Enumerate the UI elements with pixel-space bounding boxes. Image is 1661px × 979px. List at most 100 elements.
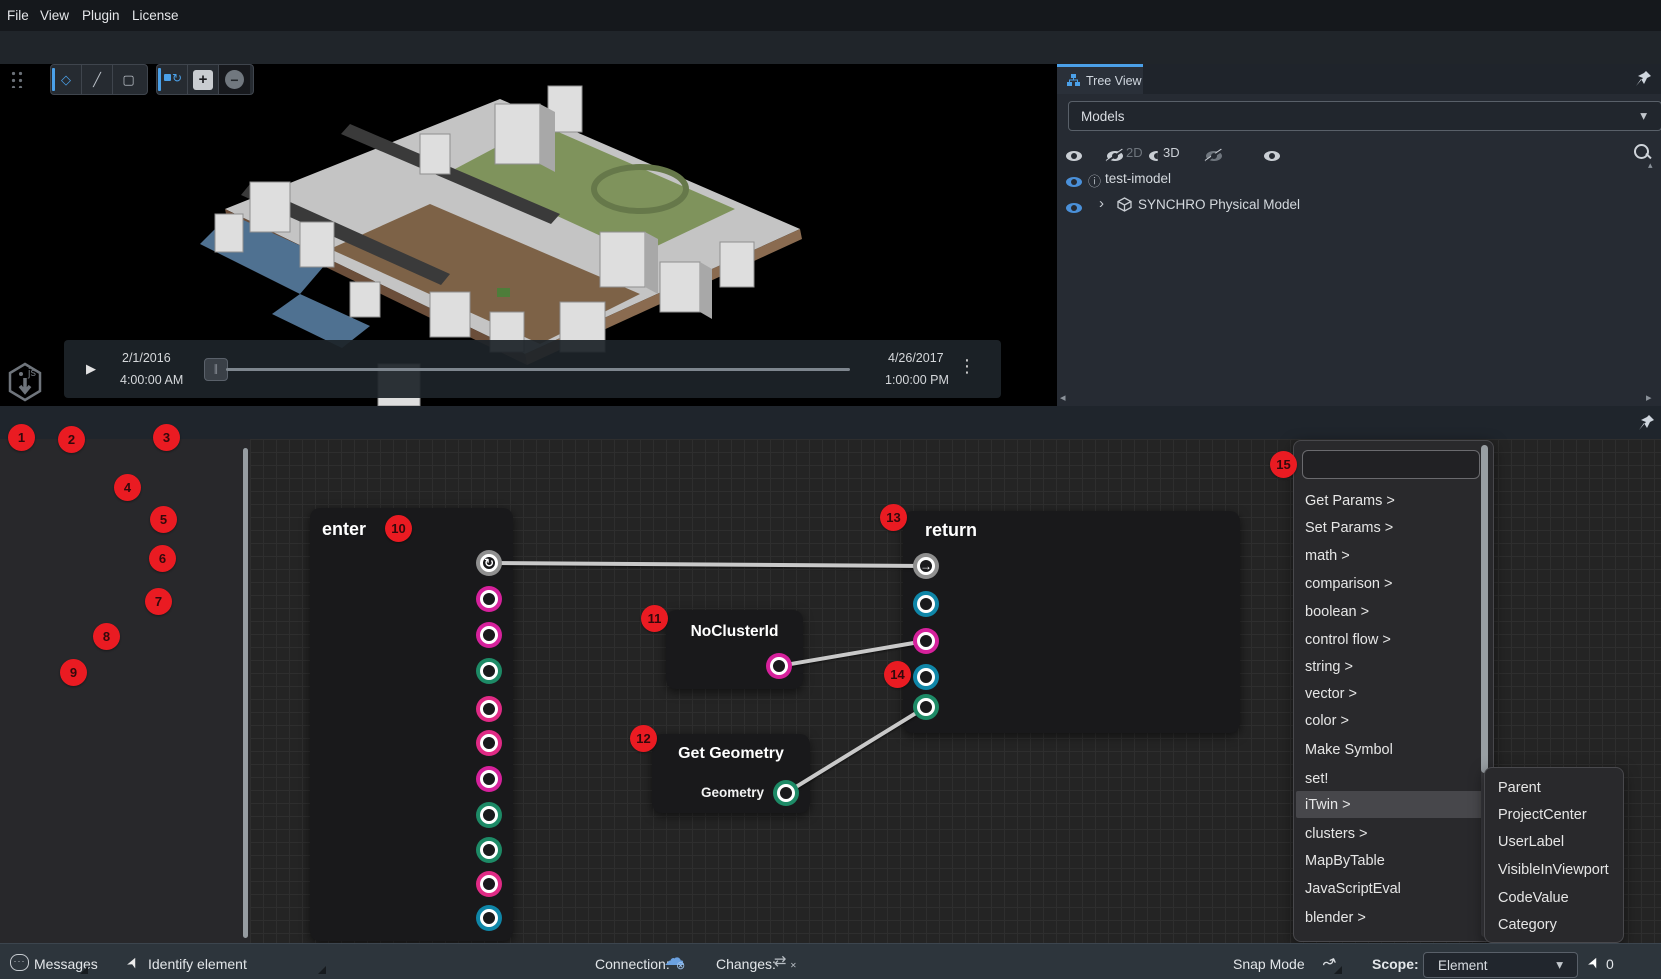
tab-tree-view[interactable]: Tree View [1057,64,1143,94]
menu-item-comparison[interactable]: comparison > [1296,570,1486,597]
timeline-scrubber-handle[interactable]: ∥ [204,358,228,381]
zoom-in-button[interactable]: + [188,65,219,94]
tree-item-label[interactable]: test-imodel [1105,171,1171,186]
rectangle-tool-button[interactable]: ▢ [113,65,144,94]
pin-icon[interactable] [1638,414,1655,431]
play-button[interactable]: ▶ [86,361,96,377]
node-return[interactable]: return [903,511,1240,733]
2d-eye-off-icon[interactable] [1206,151,1222,161]
return-exec-port[interactable]: → [913,553,939,579]
itwinjs-icon: js [8,362,42,402]
noclusterid-output-port[interactable] [766,653,792,679]
line-tool-button[interactable]: ╱ [82,65,113,94]
sidebar-scrollbar[interactable] [243,448,248,938]
port-instancecount[interactable] [476,802,502,828]
scope-dropdown[interactable]: Element ▾ [1423,952,1578,978]
annotation-8: 8 [93,623,120,650]
visibility-toolbar: 2D 3D [1057,141,1661,165]
expand-chevron-icon[interactable]: › [1099,195,1104,212]
menu-item-blender[interactable]: blender > [1296,904,1486,931]
menu-plugin[interactable]: Plugin [82,8,120,23]
swap-views-button[interactable]: ↻ [157,65,188,94]
model-cube-icon [1117,197,1132,212]
point-diamond-icon: ◇ [61,72,71,88]
annotation-6: 6 [149,545,176,572]
return-clusterid-port[interactable] [913,628,939,654]
toggle-3d-label[interactable]: 3D [1163,145,1180,160]
port-geometry[interactable] [476,658,502,684]
annotation-3: 3 [153,424,180,451]
menu-item-math[interactable]: math > [1296,542,1486,569]
submenu-item-codevalue[interactable]: CodeValue [1487,884,1621,912]
toggle-2d-label[interactable]: 2D [1126,145,1143,160]
port-materialname[interactable] [476,905,502,931]
port-elementid[interactable] [476,586,502,612]
menu-license[interactable]: License [132,8,179,23]
tree-row-synchro-model[interactable]: › SYNCHRO Physical Model [1057,193,1661,217]
return-material-port[interactable] [913,664,939,690]
3d-viewport[interactable]: ▶ 2/1/2016 4:00:00 AM ∥ 4/26/2017 1:00:0… [0,64,1057,406]
active-indicator [158,68,161,91]
menu-item-vector[interactable]: vector > [1296,680,1486,707]
menu-item-boolean[interactable]: boolean > [1296,598,1486,625]
port-rotation[interactable] [476,730,502,756]
snap-mode-label[interactable]: Snap Mode [1233,956,1305,972]
timeline-kebab-menu[interactable]: ⋮ [958,356,976,377]
scroll-left-arrow[interactable]: ◂ [1060,391,1066,404]
port-materialid[interactable] [476,871,502,897]
submenu-item-visibleinviewport[interactable]: VisibleInViewport [1487,856,1621,884]
context-menu-search-input[interactable] [1302,450,1480,479]
tree-row-imodel[interactable]: ⓘ test-imodel [1057,167,1661,191]
menu-item-make-symbol[interactable]: Make Symbol [1296,736,1486,763]
3d-eye-icon[interactable] [1264,151,1280,161]
node-title: enter [322,519,366,540]
menu-view[interactable]: View [40,8,69,23]
submenu-item-parent[interactable]: Parent [1487,774,1621,802]
menu-item-clusters[interactable]: clusters > [1296,820,1486,847]
menu-item-get-params[interactable]: Get Params > [1296,487,1486,514]
select-point-tool-button[interactable]: ◇ [51,65,82,94]
enter-exec-port[interactable]: ↻ [476,550,502,576]
port-origin[interactable] [476,696,502,722]
return-geometry-port[interactable] [913,694,939,720]
submenu-item-projectcenter[interactable]: ProjectCenter [1487,801,1621,829]
tree-item-label[interactable]: SYNCHRO Physical Model [1138,197,1300,212]
getgeometry-output-port[interactable] [773,780,799,806]
search-icon[interactable] [1634,144,1649,159]
return-outputfile-port[interactable] [913,591,939,617]
menu-file[interactable]: File [7,8,29,23]
pin-icon[interactable] [1635,70,1652,87]
menu-item-itwin[interactable]: iTwin > [1296,791,1486,818]
annotation-14: 14 [884,661,911,688]
scrollbar-thumb[interactable] [1481,445,1488,773]
status-bar: ··· Messages ➤ Identify element Connecti… [0,943,1661,979]
row-eye-icon[interactable] [1066,177,1082,187]
zoom-out-button[interactable]: − [219,65,250,94]
port-geometrysourceid[interactable] [476,622,502,648]
app-menubar: File View Plugin License [0,0,1661,31]
menu-item-javascripteval[interactable]: JavaScriptEval [1296,875,1486,902]
annotation-5: 5 [150,506,177,533]
changes-icon[interactable]: ⇄ [774,952,787,970]
show-all-eye-icon[interactable] [1066,151,1082,161]
menu-item-mapbytable[interactable]: MapByTable [1296,847,1486,874]
toolbar-drag-handle-icon[interactable] [10,70,24,88]
menu-item-set-params[interactable]: Set Params > [1296,514,1486,541]
menu-item-set[interactable]: set! [1296,765,1486,792]
menu-item-color[interactable]: color > [1296,707,1486,734]
models-dropdown[interactable]: Models ▾ [1068,101,1661,131]
submenu-item-userlabel[interactable]: UserLabel [1487,828,1621,856]
timeline-track[interactable] [226,368,850,371]
menu-item-control-flow[interactable]: control flow > [1296,626,1486,653]
messages-button[interactable]: Messages [34,956,98,972]
caret-down-icon: ▾ [1640,108,1647,124]
identify-element-button[interactable]: Identify element [148,956,247,972]
scroll-right-arrow[interactable]: ▸ [1646,391,1652,404]
port-vertexcount[interactable] [476,837,502,863]
port-animationbatchid[interactable] [476,766,502,792]
scroll-up-arrow[interactable]: ▴ [1648,160,1653,171]
row-eye-icon[interactable] [1066,203,1082,213]
menu-item-string[interactable]: string > [1296,653,1486,680]
hide-all-eye-icon[interactable] [1107,151,1123,161]
submenu-item-category[interactable]: Category [1487,911,1621,939]
